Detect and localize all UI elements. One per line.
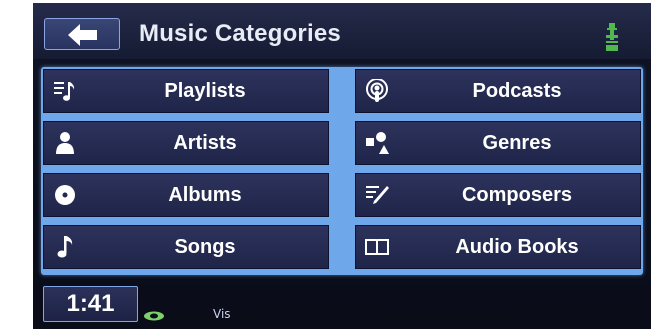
category-label: Songs [174, 236, 236, 258]
category-tile-genres[interactable]: Genres [355, 121, 641, 165]
category-tile-podcasts[interactable]: Podcasts [355, 69, 641, 113]
eye-icon [144, 311, 164, 321]
category-tile-playlists[interactable]: Playlists [43, 69, 329, 113]
footer-bar: 1:41 Vis [33, 281, 651, 329]
category-label: Playlists [164, 80, 246, 102]
category-tile-artists[interactable]: Artists [43, 121, 329, 165]
category-label: Genres [482, 132, 552, 154]
genres-icon [366, 132, 389, 154]
podcast-icon [366, 79, 388, 102]
category-label: Podcasts [472, 80, 562, 102]
page-title: Music Categories [139, 20, 341, 47]
artist-icon [56, 132, 74, 154]
footer-status-text: Vis [213, 307, 231, 321]
clock-display[interactable]: 1:41 [43, 286, 138, 322]
back-button[interactable] [44, 18, 120, 50]
category-label: Albums [168, 184, 242, 206]
category-label: Audio Books [455, 236, 579, 258]
category-tile-albums[interactable]: Albums [43, 173, 329, 217]
usb-icon [606, 23, 618, 51]
category-grid: Playlists Podcasts Artists Genres Albums… [41, 67, 643, 275]
playlist-icon [54, 82, 75, 101]
category-tile-audio-books[interactable]: Audio Books [355, 225, 641, 269]
composer-icon [366, 186, 389, 204]
header-bar: Music Categories [33, 3, 651, 59]
song-icon [57, 236, 73, 258]
category-label: Composers [461, 184, 573, 206]
album-icon [55, 185, 75, 205]
category-tile-composers[interactable]: Composers [355, 173, 641, 217]
category-tile-songs[interactable]: Songs [43, 225, 329, 269]
audiobook-icon [365, 239, 389, 256]
infotainment-screen: Music Categories Playlists Podcasts Arti… [33, 3, 651, 329]
back-arrow-icon [68, 24, 97, 46]
category-label: Artists [173, 132, 237, 154]
